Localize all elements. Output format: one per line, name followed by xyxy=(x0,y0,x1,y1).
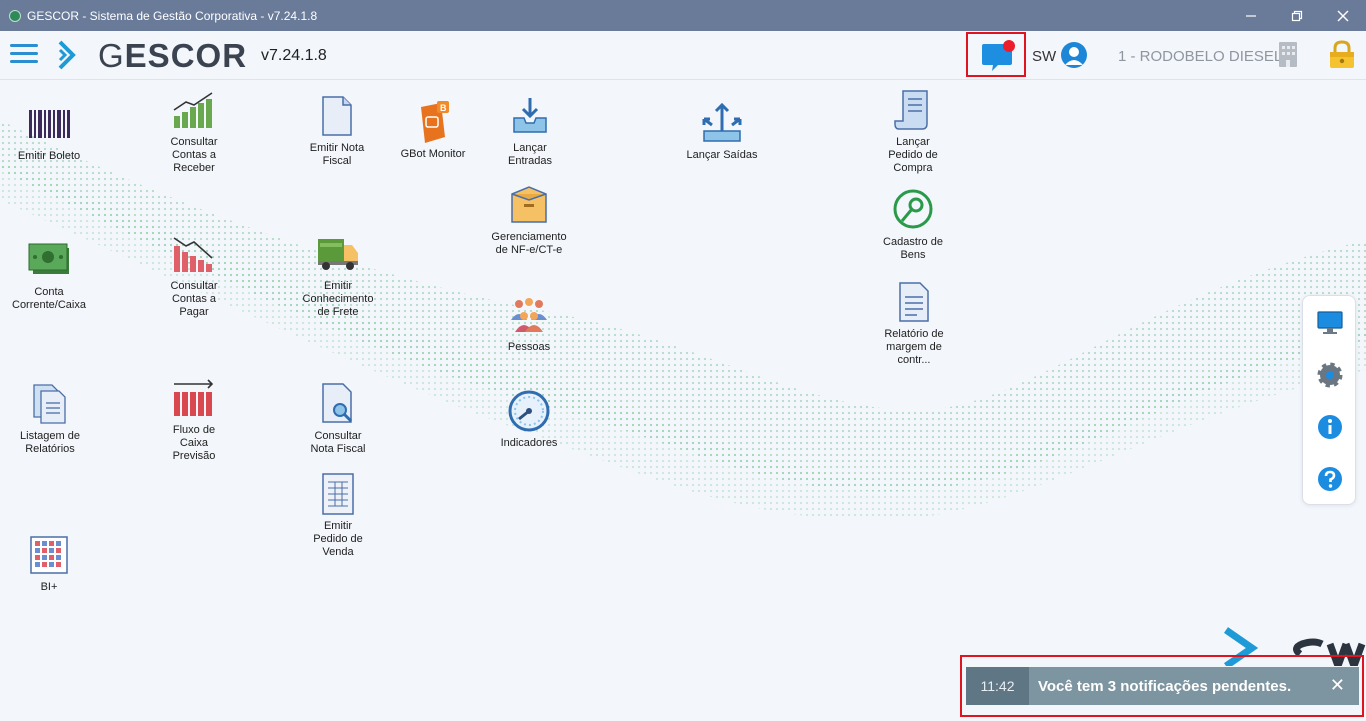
title-bar: GESCOR - Sistema de Gestão Corporativa -… xyxy=(0,0,1366,31)
tile-emitir-nota-fiscal[interactable]: Emitir Nota Fiscal xyxy=(289,92,385,168)
toast-message: Você tem 3 notificações pendentes. xyxy=(1038,677,1292,695)
tile-lancar-pedido-compra[interactable]: Lançar Pedido de Compra xyxy=(865,86,961,175)
pin-icon xyxy=(889,186,937,234)
info-icon[interactable] xyxy=(1316,413,1344,441)
arrows-out-icon xyxy=(698,99,746,147)
tile-label: Gerenciamento de NF-e/CT-e xyxy=(491,231,567,256)
tile-label: Relatório de margem de contr... xyxy=(884,328,944,366)
tile-label: BI+ xyxy=(40,581,58,593)
minimize-icon xyxy=(1246,14,1256,17)
tile-label: Consultar Contas a Pagar xyxy=(170,280,218,318)
tile-pessoas[interactable]: Pessoas xyxy=(481,291,577,354)
tile-indicadores[interactable]: Indicadores xyxy=(481,387,577,450)
building-icon[interactable] xyxy=(1279,42,1297,67)
report-icon xyxy=(890,278,938,326)
company-label[interactable]: 1 - RODOBELO DIESEL xyxy=(1118,48,1282,65)
help-icon[interactable] xyxy=(1316,465,1344,493)
tile-label: Pessoas xyxy=(507,341,551,353)
tile-label: Conta Corrente/Caixa xyxy=(12,286,86,311)
tile-label: Lançar Pedido de Compra xyxy=(888,136,938,174)
tile-label: Consultar Nota Fiscal xyxy=(310,430,366,455)
tile-fluxo-caixa[interactable]: Fluxo de Caixa Previsão xyxy=(146,374,242,463)
people-icon xyxy=(505,291,553,339)
notification-toast[interactable]: 11:42 Você tem 3 notificações pendentes.… xyxy=(966,667,1359,705)
grid-chart-icon xyxy=(25,531,73,579)
settings-icon[interactable] xyxy=(1316,361,1344,389)
version-label: v7.24.1.8 xyxy=(261,47,327,64)
tile-listagem-relatorios[interactable]: Listagem de Relatórios xyxy=(2,380,98,456)
tile-consultar-contas-pagar[interactable]: Consultar Contas a Pagar xyxy=(146,230,242,319)
user-avatar-icon[interactable] xyxy=(1061,42,1087,68)
tile-lancar-saidas[interactable]: Lançar Saídas xyxy=(674,99,770,162)
user-label: SW xyxy=(1032,48,1057,65)
hamburger-line xyxy=(10,60,38,63)
tile-emitir-pedido-venda[interactable]: Emitir Pedido de Venda xyxy=(290,470,386,559)
tile-relatorio-margem[interactable]: Relatório de margem de contr... xyxy=(866,278,962,367)
tile-label: Emitir Boleto xyxy=(17,150,81,162)
gescor-logo-icon xyxy=(58,40,76,70)
logo-letter-g: G xyxy=(98,37,125,74)
money-icon xyxy=(25,236,73,284)
barcode-icon xyxy=(25,100,73,148)
search-document-icon xyxy=(314,380,362,428)
spreadsheet-icon xyxy=(314,470,362,518)
svg-text:B: B xyxy=(440,103,447,113)
tile-label: Consultar Contas a Receber xyxy=(170,136,218,174)
tile-conta-corrente[interactable]: Conta Corrente/Caixa xyxy=(1,236,97,312)
tile-cadastro-bens[interactable]: Cadastro de Bens xyxy=(865,186,961,262)
tile-lancar-entradas[interactable]: Lançar Entradas xyxy=(482,92,578,168)
toast-time: 11:42 xyxy=(966,667,1029,705)
tile-label: Emitir Pedido de Venda xyxy=(313,520,363,558)
hamburger-icon xyxy=(10,44,38,47)
avatar-person-icon xyxy=(1065,47,1083,65)
window-title: GESCOR - Sistema de Gestão Corporativa -… xyxy=(27,8,318,23)
tile-consultar-nota-fiscal[interactable]: Consultar Nota Fiscal xyxy=(290,380,386,456)
tile-label: Fluxo de Caixa Previsão xyxy=(172,424,216,462)
close-window-button[interactable] xyxy=(1320,0,1366,31)
documents-icon xyxy=(26,380,74,428)
chat-notification-icon xyxy=(982,40,1015,71)
toast-close-icon[interactable]: ✕ xyxy=(1330,675,1345,696)
restore-icon xyxy=(1291,10,1303,21)
bar-chart-arrow-icon xyxy=(170,374,218,422)
scroll-icon xyxy=(889,86,937,134)
logo-letters: ESCOR xyxy=(124,37,248,74)
tile-consultar-contas-receber[interactable]: Consultar Contas a Receber xyxy=(146,86,242,175)
gauge-icon xyxy=(505,387,553,435)
hamburger-line xyxy=(10,52,38,55)
side-panel xyxy=(1302,295,1356,505)
tile-label: Cadastro de Bens xyxy=(883,236,943,261)
app-logo-text: GESCOR xyxy=(98,37,247,75)
tile-label: Indicadores xyxy=(500,437,558,449)
truck-icon xyxy=(314,230,362,278)
tile-label: Lançar Entradas xyxy=(507,142,553,167)
tile-gbot-monitor[interactable]: B GBot Monitor xyxy=(385,98,481,161)
tile-gerenciamento-nfe[interactable]: Gerenciamento de NF-e/CT-e xyxy=(481,181,577,257)
restore-button[interactable] xyxy=(1274,0,1320,31)
gbot-icon: B xyxy=(409,98,457,146)
document-icon xyxy=(313,92,361,140)
close-icon xyxy=(1337,10,1349,21)
tile-label: GBot Monitor xyxy=(400,148,466,160)
monitor-icon[interactable] xyxy=(1316,309,1344,337)
tile-bi-plus[interactable]: BI+ xyxy=(1,531,97,594)
bar-chart-down-icon xyxy=(170,230,218,278)
inbox-download-icon xyxy=(506,92,554,140)
notifications-button[interactable] xyxy=(966,32,1026,77)
building-windows xyxy=(1282,46,1295,67)
app-header: GESCOR v7.24.1.8 SW 1 - RODOBELO DIESEL xyxy=(0,31,1366,80)
tile-emitir-conhecimento-frete[interactable]: Emitir Conhecimento de Frete xyxy=(290,230,386,319)
bar-chart-up-icon xyxy=(170,86,218,134)
menu-button[interactable] xyxy=(10,44,38,66)
tile-label: Listagem de Relatórios xyxy=(20,430,80,455)
tile-emitir-boleto[interactable]: Emitir Boleto xyxy=(1,100,97,163)
app-icon xyxy=(9,9,21,22)
box-icon xyxy=(505,181,553,229)
tile-label: Lançar Saídas xyxy=(686,149,758,161)
tile-label: Emitir Nota Fiscal xyxy=(309,142,365,167)
tile-label: Emitir Conhecimento de Frete xyxy=(302,280,374,318)
minimize-button[interactable] xyxy=(1228,0,1274,31)
lock-icon[interactable] xyxy=(1327,39,1357,70)
